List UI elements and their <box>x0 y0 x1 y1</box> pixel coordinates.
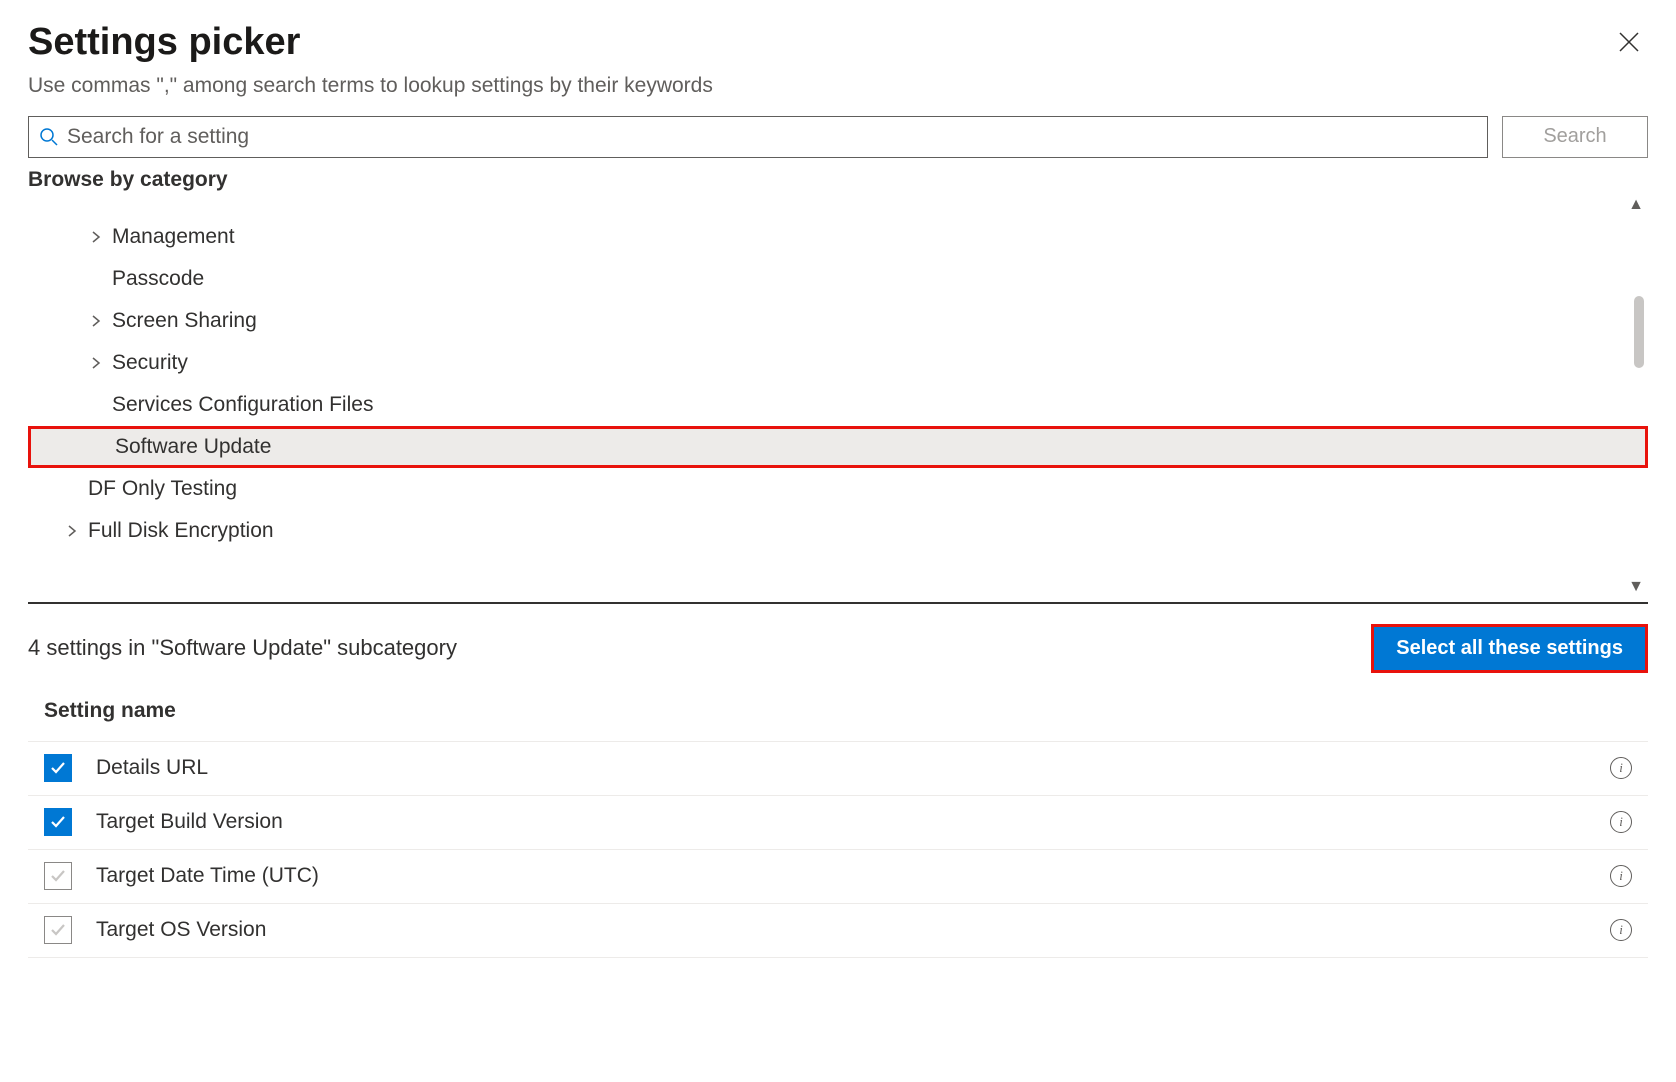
category-item[interactable]: Services Configuration Files <box>28 384 1648 426</box>
select-all-button[interactable]: Select all these settings <box>1371 624 1648 673</box>
setting-row: Details URLi <box>28 742 1648 796</box>
category-label: Software Update <box>115 435 271 459</box>
info-icon[interactable]: i <box>1610 811 1632 833</box>
category-label: Full Disk Encryption <box>88 519 274 543</box>
category-item[interactable]: Management <box>28 216 1648 258</box>
page-subtitle: Use commas "," among search terms to loo… <box>28 74 1648 98</box>
search-input[interactable] <box>67 125 1477 149</box>
category-tree: ▲ ▼ Management Passcode Screen Sharing Secu… <box>28 196 1648 596</box>
close-icon <box>1618 31 1640 53</box>
scroll-thumb[interactable] <box>1634 296 1644 368</box>
category-label: Screen Sharing <box>112 309 257 333</box>
category-label: DF Only Testing <box>88 477 237 501</box>
chevron-right-icon <box>84 357 108 369</box>
close-button[interactable] <box>1610 24 1648 64</box>
browse-by-category-label: Browse by category <box>28 168 1648 192</box>
category-item[interactable]: Software Update <box>28 426 1648 468</box>
category-label: Security <box>112 351 188 375</box>
setting-checkbox[interactable] <box>44 862 72 890</box>
category-item[interactable]: Passcode <box>28 258 1648 300</box>
setting-row: Target OS Versioni <box>28 904 1648 958</box>
setting-row: Target Build Versioni <box>28 796 1648 850</box>
setting-name-label: Details URL <box>96 756 1610 780</box>
category-item[interactable]: Full Disk Encryption <box>28 510 1648 552</box>
info-icon[interactable]: i <box>1610 919 1632 941</box>
category-label: Passcode <box>112 267 204 291</box>
search-button[interactable]: Search <box>1502 116 1648 158</box>
chevron-right-icon <box>84 315 108 327</box>
setting-name-label: Target Date Time (UTC) <box>96 864 1610 888</box>
setting-checkbox[interactable] <box>44 808 72 836</box>
chevron-right-icon <box>60 525 84 537</box>
category-item[interactable]: Screen Sharing <box>28 300 1648 342</box>
setting-checkbox[interactable] <box>44 916 72 944</box>
setting-row: Target Date Time (UTC)i <box>28 850 1648 904</box>
info-icon[interactable]: i <box>1610 865 1632 887</box>
search-input-container[interactable] <box>28 116 1488 158</box>
category-label: Management <box>112 225 235 249</box>
chevron-right-icon <box>84 231 108 243</box>
scroll-up-arrow[interactable]: ▲ <box>1628 196 1644 214</box>
scroll-down-arrow[interactable]: ▼ <box>1628 578 1644 596</box>
section-divider <box>28 602 1648 604</box>
setting-checkbox[interactable] <box>44 754 72 782</box>
setting-name-label: Target Build Version <box>96 810 1610 834</box>
search-icon <box>39 127 59 147</box>
setting-name-label: Target OS Version <box>96 918 1610 942</box>
page-title: Settings picker <box>28 20 300 66</box>
setting-name-column-header: Setting name <box>28 699 1648 742</box>
category-item[interactable]: DF Only Testing <box>28 468 1648 510</box>
info-icon[interactable]: i <box>1610 757 1632 779</box>
category-item[interactable]: Security <box>28 342 1648 384</box>
subcategory-summary: 4 settings in "Software Update" subcateg… <box>28 635 457 661</box>
category-label: Services Configuration Files <box>112 393 373 417</box>
